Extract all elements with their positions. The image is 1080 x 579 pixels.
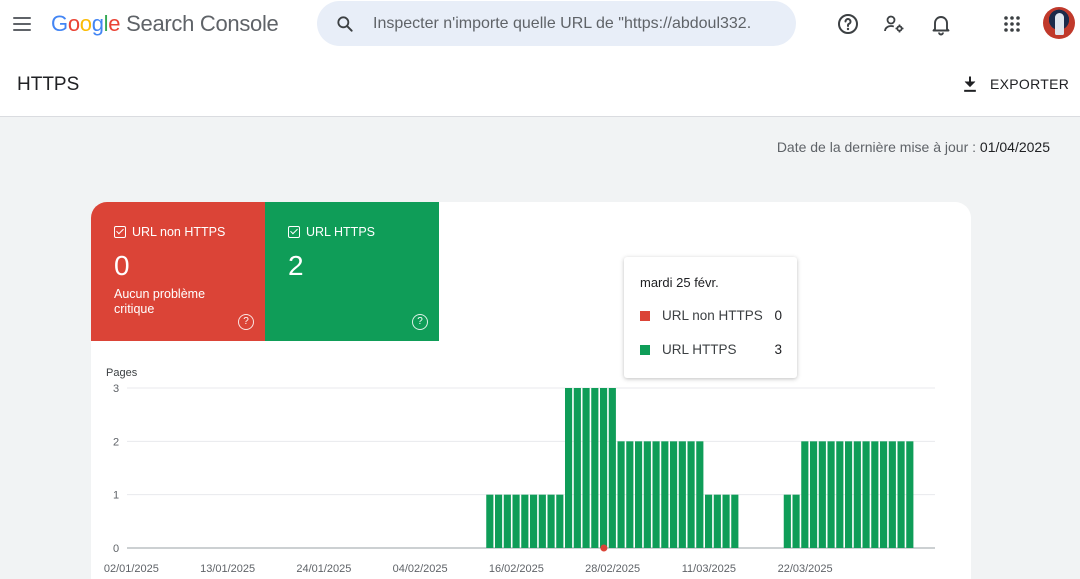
metric-label: URL HTTPS — [306, 225, 375, 239]
export-button[interactable]: EXPORTER — [960, 74, 1069, 94]
tooltip-row-label: URL HTTPS — [662, 342, 737, 357]
notifications-icon[interactable] — [929, 12, 953, 36]
last-update-label: Date de la dernière mise à jour : — [776, 139, 977, 155]
tooltip-row: URL non HTTPS 0 — [640, 308, 782, 323]
export-label: EXPORTER — [990, 76, 1070, 92]
last-update-date: 01/04/2025 — [979, 139, 1050, 155]
metric-label: URL non HTTPS — [132, 225, 226, 239]
search-icon[interactable] — [335, 14, 355, 34]
apps-grid-icon[interactable] — [1000, 12, 1024, 36]
search-console-logo[interactable]: Google Search Console — [51, 11, 279, 37]
download-icon — [964, 76, 976, 92]
last-update-text: Date de la dernière mise à jour : 01/04/… — [777, 139, 1050, 155]
menu-line — [13, 17, 31, 19]
checkbox-checked-icon — [114, 226, 126, 238]
tooltip-row: URL HTTPS 3 — [640, 342, 782, 357]
checkbox-checked-icon — [288, 226, 300, 238]
report-card: URL non HTTPS 0 Aucun problème critique … — [91, 202, 971, 579]
tooltip-row-value: 3 — [774, 342, 782, 357]
tooltip-row-value: 0 — [774, 308, 782, 323]
logo-letter: g — [91, 11, 104, 36]
logo-letter: o — [67, 11, 80, 36]
logo-letter: G — [51, 11, 68, 36]
product-name: Search Console — [126, 11, 279, 36]
tooltip-row-label: URL non HTTPS — [662, 308, 763, 323]
help-icon[interactable]: ? — [412, 314, 428, 330]
top-app-bar: Google Search Console — [0, 0, 1080, 49]
url-inspection-search[interactable] — [317, 1, 796, 46]
page-title: HTTPS — [17, 74, 80, 95]
chart-tooltip: mardi 25 févr. URL non HTTPS 0 URL HTTPS… — [624, 257, 797, 378]
legend-swatch — [640, 310, 650, 321]
account-avatar[interactable] — [1043, 7, 1075, 39]
metric-non-https[interactable]: URL non HTTPS 0 Aucun problème critique … — [91, 202, 265, 341]
metric-toggle[interactable]: URL non HTTPS — [114, 225, 225, 239]
metric-toggle[interactable]: URL HTTPS — [288, 225, 375, 239]
metric-value: 0 — [114, 250, 130, 281]
help-icon[interactable] — [836, 12, 860, 36]
metric-value: 2 — [288, 250, 304, 281]
help-icon[interactable]: ? — [238, 314, 254, 330]
manage-users-icon[interactable] — [882, 12, 906, 36]
menu-line — [13, 23, 31, 25]
legend-swatch — [640, 344, 650, 355]
page-header: HTTPS EXPORTER — [0, 49, 1080, 117]
url-inspection-input[interactable] — [373, 1, 751, 46]
logo-letter: e — [108, 11, 121, 36]
menu-line — [13, 29, 31, 31]
metric-subtitle: Aucun problème critique — [114, 287, 206, 316]
logo-letter: o — [79, 11, 92, 36]
metric-https[interactable]: URL HTTPS 2 ? — [265, 202, 439, 341]
main-menu-button[interactable] — [13, 13, 35, 35]
tooltip-date: mardi 25 févr. — [640, 275, 719, 290]
